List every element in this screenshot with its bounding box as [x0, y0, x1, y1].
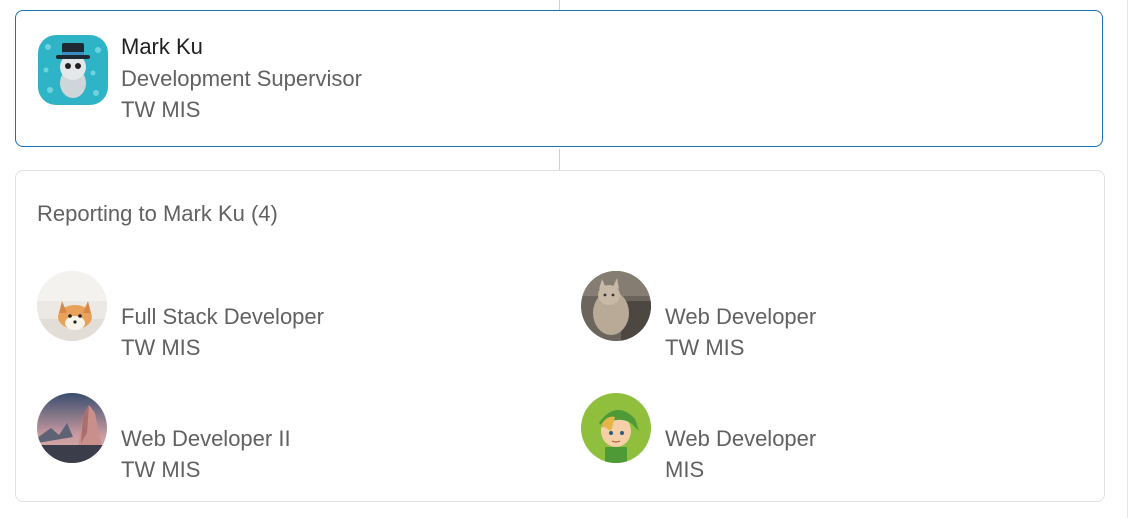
corgi-photo-icon [37, 271, 107, 341]
reports-heading: Reporting to Mark Ku (4) [37, 201, 278, 226]
avatar[interactable] [581, 393, 651, 463]
scroll-edge-divider [1127, 0, 1128, 518]
report-title: Full Stack Developer [121, 304, 324, 329]
avatar[interactable] [581, 271, 651, 341]
report-title: Web Developer [665, 304, 817, 329]
report-title: Web Developer [665, 426, 817, 451]
direct-reports-card: Reporting to Mark Ku (4) Full Stack Deve… [15, 170, 1105, 502]
report-item[interactable]: Web Developer II TW MIS [37, 393, 537, 483]
report-item[interactable]: Full Stack Developer TW MIS [37, 271, 537, 361]
cat-photo-icon [581, 271, 651, 341]
org-chart-view: Mark Ku Development Supervisor TW MIS Re… [0, 0, 1129, 518]
report-department: TW MIS [121, 457, 201, 482]
report-item[interactable]: Web Developer MIS [581, 393, 1081, 483]
report-item[interactable]: Web Developer TW MIS [581, 271, 1081, 361]
avatar[interactable] [37, 393, 107, 463]
connector-line-top [559, 0, 560, 10]
cartoon-character-top-hat-icon [38, 35, 108, 105]
manager-department: TW MIS [121, 97, 201, 122]
connector-line-middle [559, 149, 560, 170]
manager-title: Development Supervisor [121, 66, 362, 91]
report-department: MIS [665, 457, 705, 482]
manager-name: Mark Ku [121, 34, 203, 59]
report-title: Web Developer II [121, 426, 291, 451]
report-department: TW MIS [665, 335, 745, 360]
mountain-landscape-icon [37, 393, 107, 463]
avatar[interactable] [38, 35, 108, 105]
manager-card[interactable]: Mark Ku Development Supervisor TW MIS [15, 10, 1103, 147]
report-department: TW MIS [121, 335, 201, 360]
avatar[interactable] [37, 271, 107, 341]
cartoon-elf-icon [581, 393, 651, 463]
